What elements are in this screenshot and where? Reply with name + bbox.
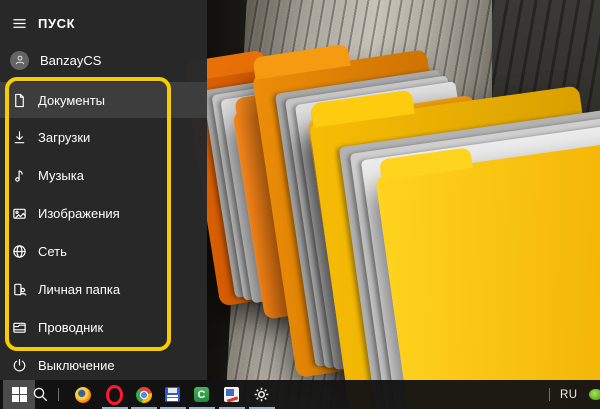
start-menu-header: ПУСК <box>0 10 207 36</box>
pictures-icon <box>12 206 27 221</box>
chrome-taskbar-button[interactable] <box>134 385 153 404</box>
image-editor-icon <box>224 387 239 402</box>
opera-icon <box>106 385 123 405</box>
sidebar-item-label: Загрузки <box>38 130 90 145</box>
sidebar-item-label: Изображения <box>38 206 120 221</box>
search-icon <box>32 386 49 403</box>
start-menu-panel: ПУСК BanzayCS Документы Загрузки Музыка <box>0 0 207 380</box>
sidebar-item-label: Музыка <box>38 168 84 183</box>
sidebar-item-network[interactable]: Сеть <box>0 233 207 269</box>
firefox-taskbar-button[interactable] <box>73 385 92 404</box>
explorer-icon <box>12 320 27 335</box>
personal-folder-icon <box>12 282 27 297</box>
power-icon <box>12 358 27 373</box>
camtasia-taskbar-button[interactable]: C <box>192 385 211 404</box>
sidebar-item-pictures[interactable]: Изображения <box>0 195 207 231</box>
sidebar-item-label: Сеть <box>38 244 67 259</box>
user-avatar-icon <box>10 51 29 70</box>
document-icon <box>12 93 27 108</box>
start-menu-title: ПУСК <box>38 16 75 31</box>
sidebar-item-label: Документы <box>38 93 105 108</box>
floppy-disk-icon <box>165 387 180 402</box>
tray-separator <box>549 388 550 401</box>
camtasia-icon: C <box>194 387 209 402</box>
user-name: BanzayCS <box>40 53 101 68</box>
network-globe-icon <box>12 244 27 259</box>
power-button[interactable]: Выключение <box>0 347 207 383</box>
wallpaper-folder-yellow <box>293 64 600 409</box>
sidebar-item-label: Личная папка <box>38 282 120 297</box>
windows-logo-icon <box>12 387 27 402</box>
music-icon <box>12 168 27 183</box>
firefox-icon <box>75 387 91 403</box>
settings-taskbar-button[interactable] <box>252 385 271 404</box>
desktop-screen: ПУСК BanzayCS Документы Загрузки Музыка <box>0 0 600 409</box>
taskbar: C RU <box>0 380 600 409</box>
image-editor-taskbar-button[interactable] <box>222 385 241 404</box>
user-account-item[interactable]: BanzayCS <box>0 45 207 75</box>
sidebar-item-music[interactable]: Музыка <box>0 157 207 193</box>
sidebar-item-downloads[interactable]: Загрузки <box>0 119 207 155</box>
gear-icon <box>253 386 270 403</box>
chrome-icon <box>136 387 152 403</box>
sidebar-item-explorer[interactable]: Проводник <box>0 309 207 345</box>
sidebar-item-documents[interactable]: Документы <box>0 82 207 118</box>
floppy-app-taskbar-button[interactable] <box>163 385 182 404</box>
power-label: Выключение <box>38 358 115 373</box>
hamburger-icon[interactable] <box>12 16 27 31</box>
download-icon <box>12 130 27 145</box>
sidebar-item-label: Проводник <box>38 320 103 335</box>
sidebar-item-personal-folder[interactable]: Личная папка <box>0 271 207 307</box>
language-indicator[interactable]: RU <box>560 380 578 409</box>
opera-taskbar-button[interactable] <box>105 385 124 404</box>
search-button[interactable] <box>31 385 50 404</box>
tray-green-icon[interactable] <box>589 389 600 400</box>
folder-front <box>375 138 600 409</box>
taskbar-separator <box>58 388 59 401</box>
